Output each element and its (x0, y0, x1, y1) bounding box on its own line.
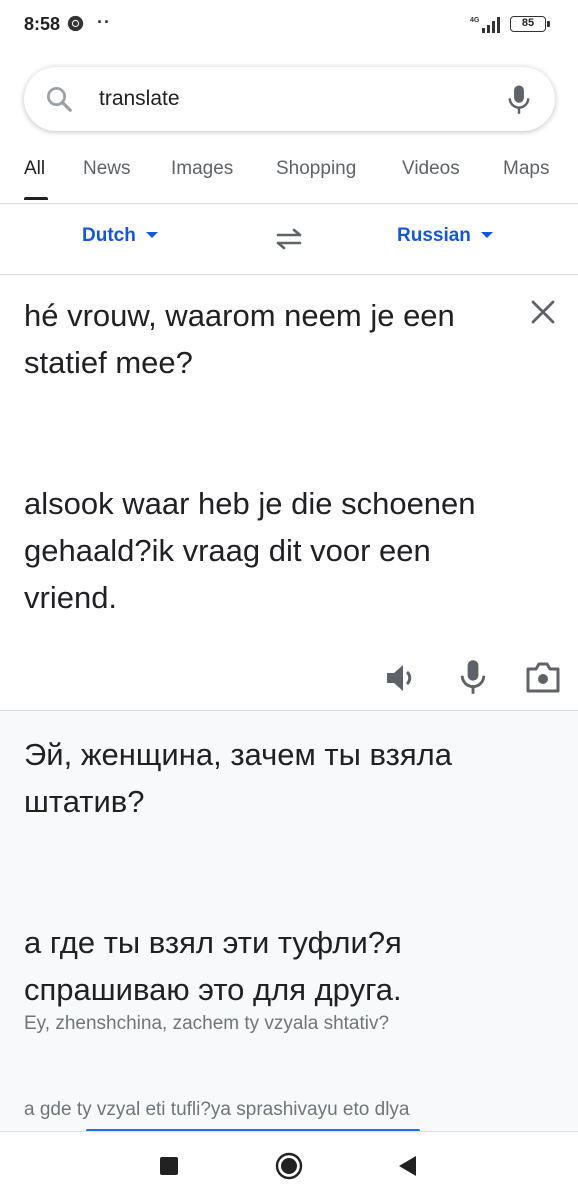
status-bar: 8:58 ·· 4G 85 (0, 0, 578, 52)
chevron-down-icon (145, 231, 158, 238)
mic-icon[interactable] (458, 659, 488, 695)
chevron-down-icon (480, 231, 493, 238)
tab-images[interactable]: Images (171, 158, 233, 180)
recents-button[interactable] (160, 1157, 178, 1175)
swap-languages-icon[interactable] (272, 226, 306, 252)
translation-result-panel: Эй, женщина, зачем ты взяла штатив? а гд… (0, 710, 578, 1132)
active-tab-indicator (24, 197, 48, 200)
target-language-label: Russian (397, 225, 471, 246)
tab-videos[interactable]: Videos (402, 158, 460, 180)
home-button[interactable] (275, 1152, 303, 1180)
tab-maps[interactable]: Maps (503, 158, 549, 180)
tab-news[interactable]: News (83, 158, 131, 180)
chrome-icon (67, 15, 84, 32)
translated-text: Эй, женщина, зачем ты взяла штатив? а гд… (24, 737, 452, 1007)
battery-icon: 85 (510, 16, 550, 32)
target-language-select[interactable]: Russian (397, 225, 493, 247)
signal-icon: 4G (470, 17, 500, 33)
source-text-input[interactable]: hé vrouw, waarom neem je een statief mee… (24, 292, 504, 621)
mic-icon[interactable] (504, 83, 534, 115)
transliteration-line-2: a gde ty vzyal eti tufli?ya sprashivayu … (24, 1099, 410, 1120)
source-language-select[interactable]: Dutch (82, 225, 158, 247)
tab-shopping[interactable]: Shopping (276, 158, 356, 180)
transliteration-line-1: Ey, zhenshchina, zachem ty vzyala shtati… (24, 1013, 390, 1034)
status-time: 8:58 (24, 14, 61, 34)
close-icon[interactable] (528, 297, 558, 327)
search-icon[interactable] (44, 84, 74, 114)
back-button[interactable] (396, 1154, 418, 1178)
search-box[interactable]: translate (24, 67, 555, 131)
network-type: 4G (470, 17, 480, 24)
tab-all[interactable]: All (24, 158, 45, 180)
speaker-icon[interactable] (383, 661, 419, 695)
search-input[interactable]: translate (99, 87, 180, 111)
source-language-label: Dutch (82, 225, 136, 246)
source-text-panel: hé vrouw, waarom neem je een statief mee… (0, 275, 578, 710)
language-bar: Dutch Russian (0, 204, 578, 275)
notification-dots: ·· (97, 12, 111, 32)
search-tabs: All News Images Shopping Videos Maps (0, 155, 578, 204)
system-nav-bar (0, 1131, 578, 1201)
camera-icon[interactable] (525, 660, 561, 694)
